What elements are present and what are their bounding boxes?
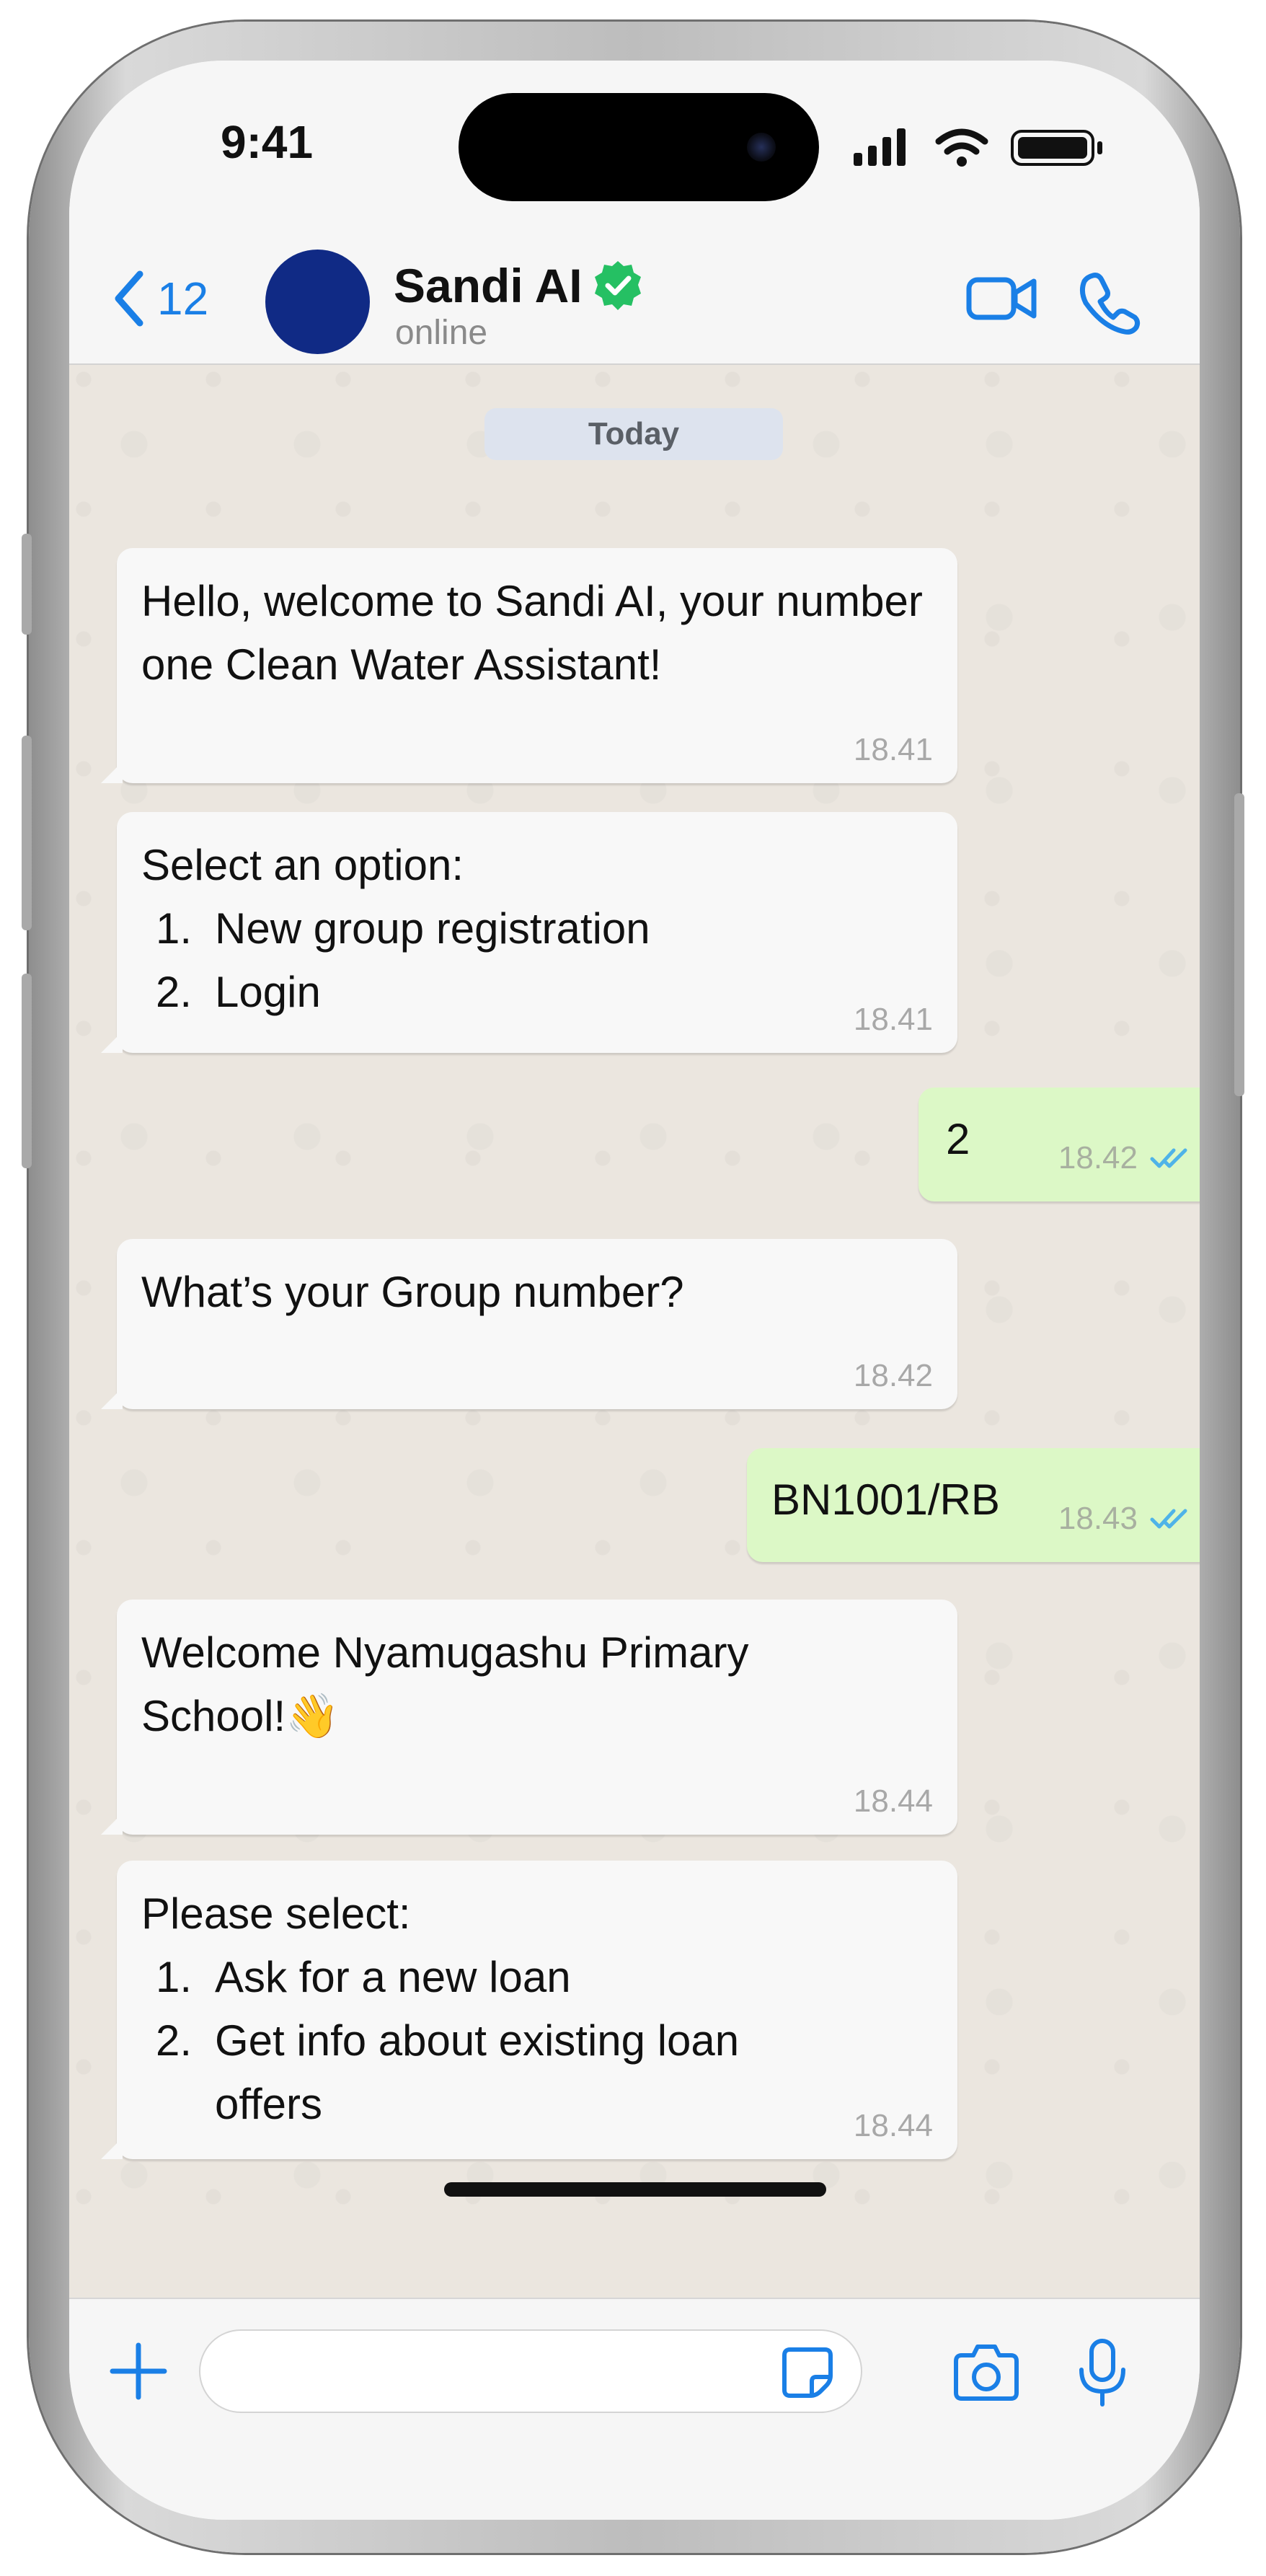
message-time: 18.42 [853,1358,933,1393]
contact-status: online [395,314,488,352]
message-bubble-incoming[interactable]: Welcome Nyamugashu Primary School!👋 18.4… [101,1600,957,1835]
battery-icon [1011,130,1102,166]
message-bubble-incoming[interactable]: Select an option: 1. New group registrati… [101,812,957,1053]
message-meta: 18.42 [1058,1142,1192,1174]
message-time: 18.43 [1058,1501,1138,1536]
front-camera [747,133,776,162]
microphone-icon[interactable] [1076,2337,1129,2409]
video-camera-icon[interactable] [966,270,1038,327]
plus-icon[interactable] [108,2341,169,2401]
chat-area[interactable]: Today Hello, welcome to Sandi AI, your n… [69,365,1200,2298]
options-list: 1. Ask for a new loan 2. Get info about ex… [141,1946,933,2136]
list-item: 1. Ask for a new loan [156,1953,571,2001]
message-text: What’s your Group number? [141,1268,684,1316]
chat-header: 12 Sandi AI online [69,234,1200,365]
contact-name-row[interactable]: Sandi AI [394,258,645,313]
avatar[interactable] [265,250,370,354]
message-input[interactable] [199,2329,862,2413]
options-list: 1. New group registration 2. Login [141,897,933,1024]
action-button [22,534,32,635]
message-time: 18.41 [853,732,933,767]
status-bar: 9:41 [69,61,1200,234]
message-text: BN1001/RB [771,1476,1000,1524]
message-bubble-incoming[interactable]: Please select: 1. Ask for a new loan 2. Ge… [101,1861,957,2159]
back-button[interactable]: 12 [111,266,208,331]
message-time: 18.44 [853,1783,933,1819]
message-time: 18.41 [853,1002,933,1037]
read-receipt-icon [1150,1148,1187,1168]
status-time: 9:41 [221,116,314,168]
home-indicator[interactable] [444,2182,826,2197]
read-receipt-icon [1150,1509,1187,1529]
cellular-signal-icon [854,128,906,166]
message-bubble-incoming[interactable]: What’s your Group number? 18.42 [101,1239,957,1409]
list-item: 2. Get info about existing loan offers [156,2016,740,2128]
volume-down-button [22,974,32,1168]
message-text: Select an option: [141,841,464,889]
date-chip: Today [484,408,783,460]
status-icons [854,128,1102,167]
wifi-icon [935,128,988,155]
power-button [1234,793,1244,1096]
message-bubble-outgoing[interactable]: BN1001/RB 18.43 [747,1448,1200,1562]
sticker-icon[interactable] [780,2345,835,2400]
list-item: 1. New group registration [156,904,650,953]
message-text: Welcome Nyamugashu Primary School!👋 [141,1628,749,1740]
chevron-left-icon [115,270,143,327]
volume-up-button [22,736,32,930]
verified-badge-icon [594,261,641,310]
contact-name: Sandi AI [394,259,583,312]
message-text: 2 [946,1115,970,1163]
message-time: 18.42 [1058,1140,1138,1175]
message-time: 18.44 [853,2108,933,2143]
phone-icon[interactable] [1077,270,1142,335]
list-item: 2. Login [156,968,321,1016]
camera-icon[interactable] [952,2341,1021,2403]
message-bubble-incoming[interactable]: Hello, welcome to Sandi AI, your number … [101,548,957,783]
message-bubble-outgoing[interactable]: 2 18.42 [918,1088,1200,1201]
message-meta: 18.43 [1058,1503,1192,1535]
unread-count: 12 [157,273,209,325]
phone-screen: 9:41 12 Sandi AI online Today Hello, wel… [69,61,1200,2520]
message-text: Hello, welcome to Sandi AI, your number … [141,577,923,689]
message-text: Please select: [141,1889,411,1938]
dynamic-island [459,93,819,201]
input-bar [69,2298,1200,2520]
